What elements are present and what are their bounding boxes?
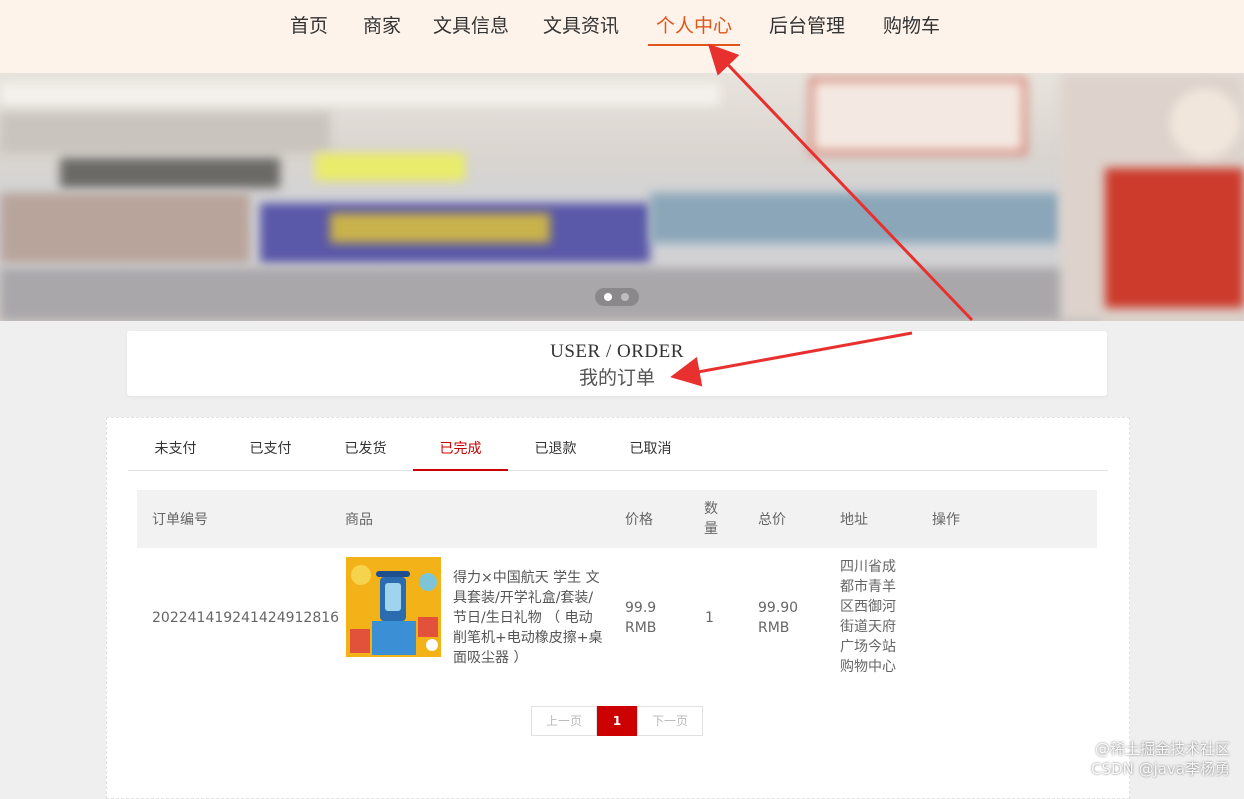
tab-cancelled[interactable]: 已取消 xyxy=(603,418,698,470)
col-price: 价格 xyxy=(625,512,653,528)
product-thumbnail[interactable] xyxy=(346,557,441,657)
nav-personal-center[interactable]: 个人中心 xyxy=(647,12,741,46)
shipping-address: 四川省成都市青羊区西御河街道天府广场今站购物中心 xyxy=(840,559,896,675)
nav-stationery-info[interactable]: 文具信息 xyxy=(433,12,509,44)
col-product: 商品 xyxy=(345,512,373,528)
page-1-button[interactable]: 1 xyxy=(597,706,637,736)
nav-stationery-news[interactable]: 文具资讯 xyxy=(543,12,619,44)
page-title-cn: 我的订单 xyxy=(578,368,655,389)
watermark-line-1: @稀土掘金技术社区 xyxy=(1094,740,1230,758)
col-qty: 数量 xyxy=(704,501,718,537)
product-qty: 1 xyxy=(705,610,714,626)
banner-carousel xyxy=(0,73,1244,321)
banner-shelf-light xyxy=(0,83,720,105)
col-address: 地址 xyxy=(840,512,868,528)
order-panel: 未支付 已支付 已发货 已完成 已退款 已取消 订单编号 商品 价格 数量 总价… xyxy=(106,417,1130,799)
banner-shelf-blue xyxy=(650,193,1060,243)
col-action: 操作 xyxy=(932,512,960,528)
order-number: 202241419241424912816 xyxy=(152,610,340,626)
top-navigation: 首页 商家 文具信息 文具资讯 个人中心 后台管理 购物车 xyxy=(0,0,1244,73)
carousel-dot-active[interactable] xyxy=(604,293,612,301)
tab-unpaid[interactable]: 未支付 xyxy=(128,418,223,470)
prev-page-button[interactable]: 上一页 xyxy=(531,706,597,736)
banner-sign-red xyxy=(810,78,1026,154)
banner-mascot xyxy=(1170,88,1240,158)
watermark-line-2: CSDN @java李杨勇 xyxy=(1091,760,1230,778)
tab-shipped[interactable]: 已发货 xyxy=(318,418,413,470)
order-total: 99.90 RMB xyxy=(758,600,799,636)
col-order-no: 订单编号 xyxy=(152,512,208,528)
banner-shelf-pink xyxy=(0,193,250,263)
nav-admin[interactable]: 后台管理 xyxy=(769,12,845,44)
watermark: @稀土掘金技术社区 CSDN @java李杨勇 xyxy=(1091,739,1230,779)
banner-sign-gold xyxy=(330,213,550,243)
tab-refunded[interactable]: 已退款 xyxy=(508,418,603,470)
carousel-dot[interactable] xyxy=(621,293,629,301)
pagination: 上一页 1 下一页 xyxy=(531,706,703,736)
banner-shelf-dark xyxy=(60,158,280,188)
product-price: 99.9 RMB xyxy=(625,600,657,636)
banner-poster-red xyxy=(1105,168,1244,308)
banner-sign-yellow xyxy=(315,153,465,181)
page-heading-card: USER / ORDER 我的订单 xyxy=(127,331,1107,396)
banner-shelf xyxy=(0,113,330,153)
tab-completed[interactable]: 已完成 xyxy=(413,418,508,471)
col-total: 总价 xyxy=(758,512,786,528)
table-header: 订单编号 商品 价格 数量 总价 地址 操作 xyxy=(137,490,1097,548)
product-image xyxy=(346,557,441,657)
tab-paid[interactable]: 已支付 xyxy=(223,418,318,470)
banner-floor xyxy=(0,268,1100,321)
product-name[interactable]: 得力×中国航天 学生 文具套装/开学礼盒/套装/节日/生日礼物 （ 电动削笔机+… xyxy=(453,568,603,668)
table-row: 202241419241424912816 得力×中国航天 学生 文具套装/开学… xyxy=(137,548,1097,688)
page-title-en: USER / ORDER xyxy=(550,341,684,362)
next-page-button[interactable]: 下一页 xyxy=(637,706,703,736)
nav-merchants[interactable]: 商家 xyxy=(363,12,401,44)
order-status-tabs: 未支付 已支付 已发货 已完成 已退款 已取消 xyxy=(128,418,1108,471)
carousel-indicator xyxy=(595,288,639,306)
nav-home[interactable]: 首页 xyxy=(290,12,328,44)
nav-cart[interactable]: 购物车 xyxy=(883,12,940,44)
